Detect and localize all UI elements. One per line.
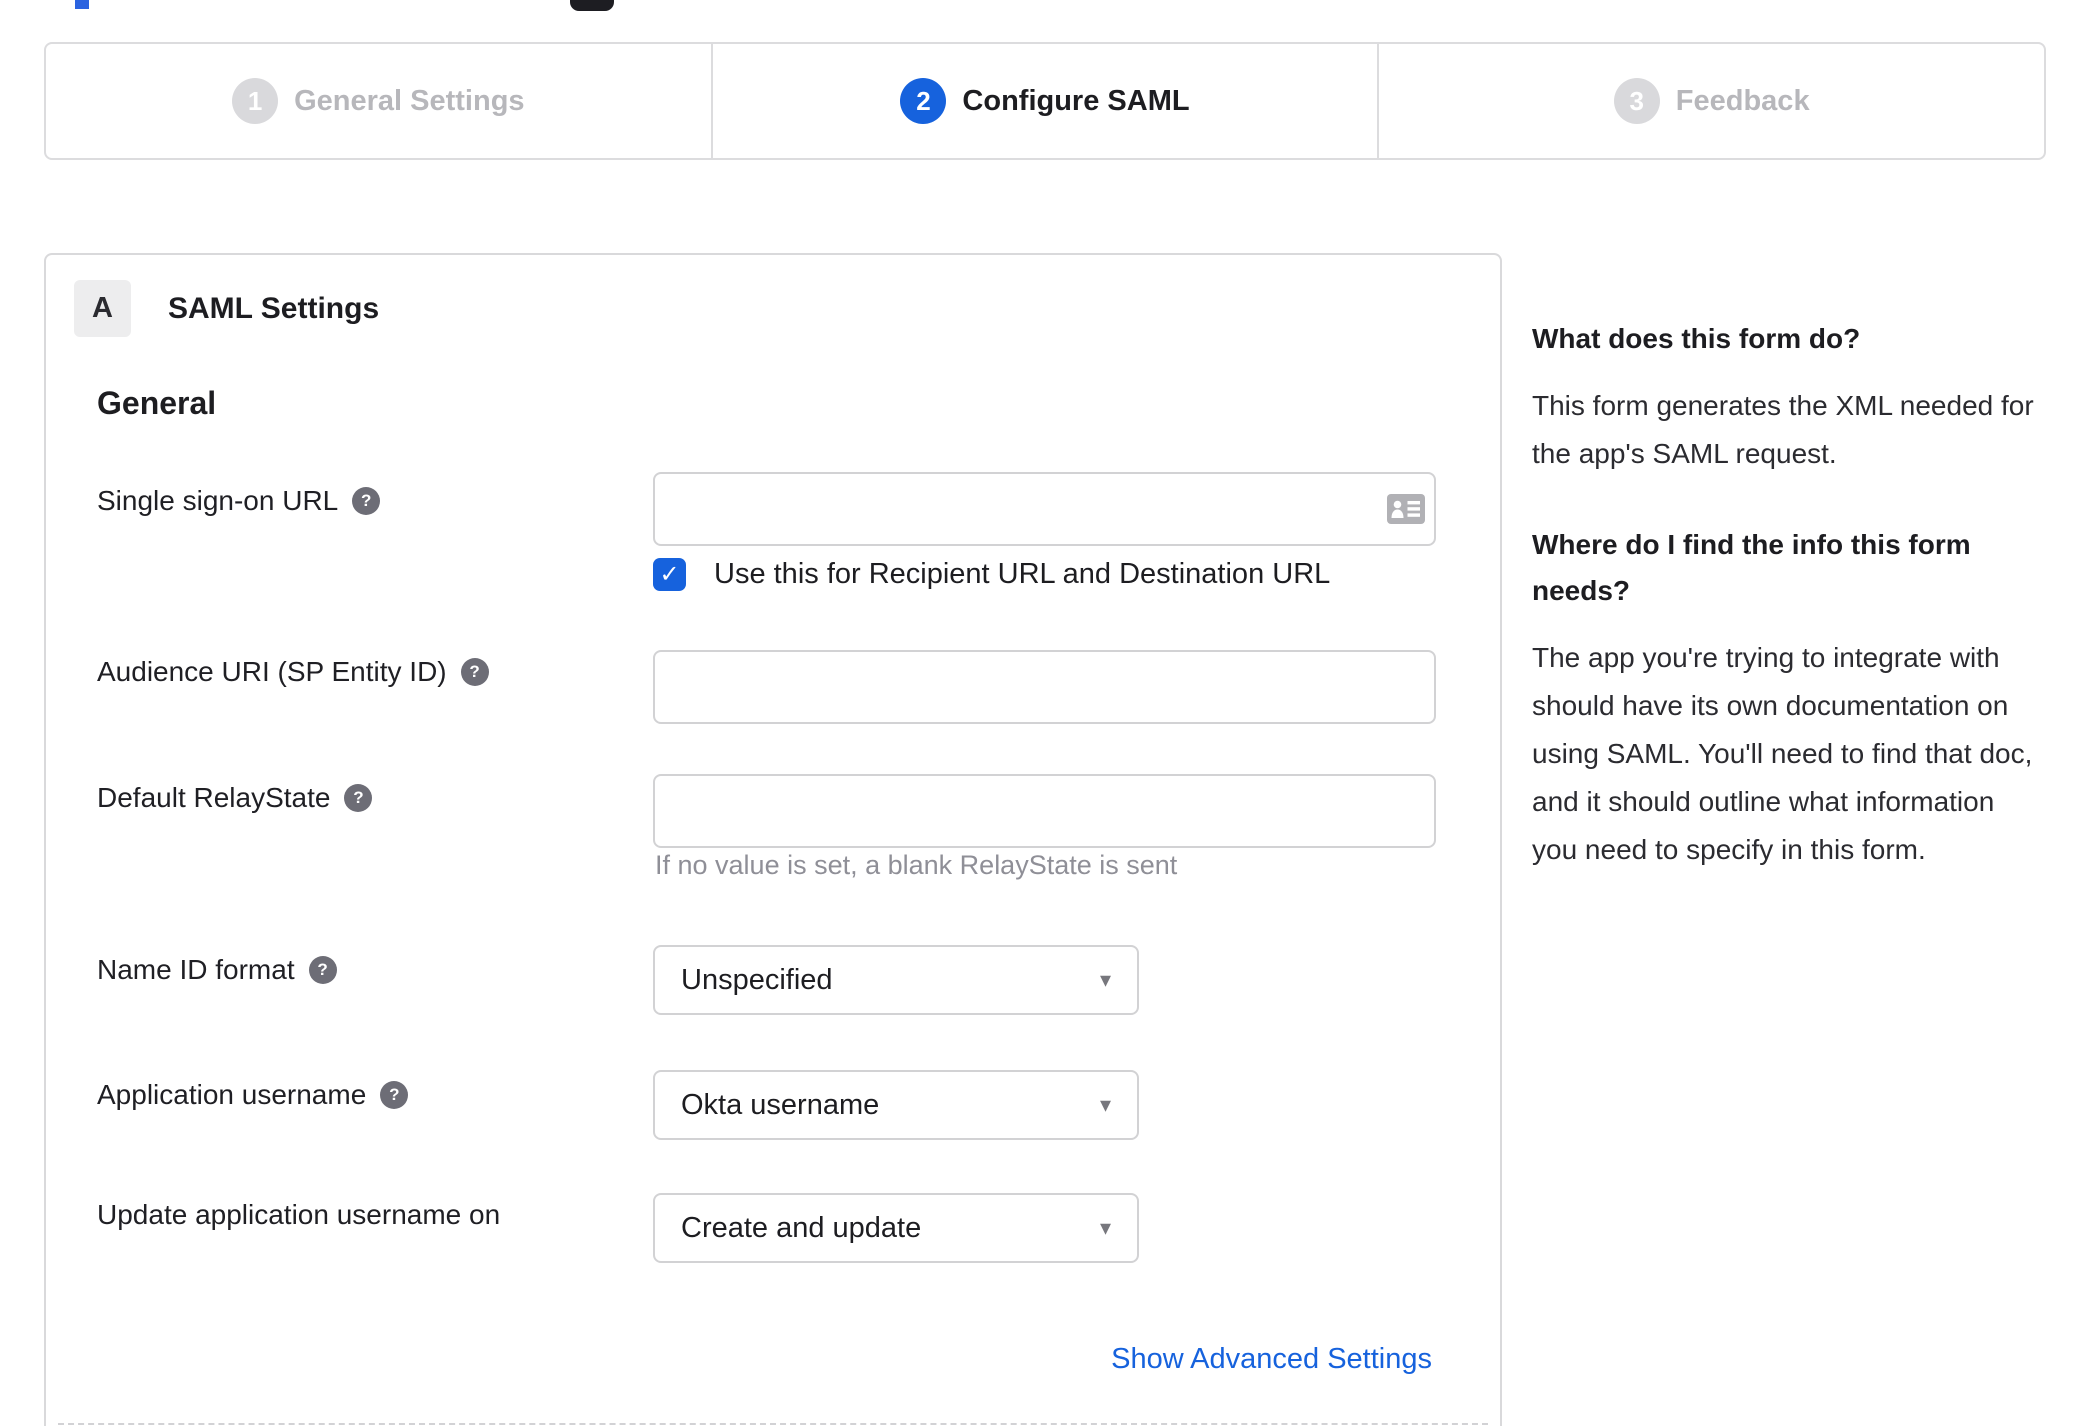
update-username-label: Update application username on: [97, 1199, 501, 1230]
help-body-what: This form generates the XML needed for t…: [1532, 390, 2034, 469]
general-section-title: General: [97, 385, 217, 421]
chevron-down-icon: ▾: [1099, 967, 1111, 992]
relay-state-label: Default RelayState: [97, 782, 331, 813]
audience-uri-label: Audience URI (SP Entity ID): [97, 656, 447, 687]
chevron-down-icon: ▾: [1099, 1092, 1111, 1117]
update-username-label-row: Update application username on: [97, 1197, 500, 1233]
app-username-help-icon[interactable]: ?: [380, 1081, 409, 1109]
audience-uri-help-icon[interactable]: ?: [460, 658, 489, 686]
step-1-label: General Settings: [294, 84, 525, 117]
relay-state-help-icon[interactable]: ?: [344, 784, 373, 812]
update-username-select-value: Create and update: [681, 1211, 922, 1244]
contact-card-icon: [1387, 494, 1425, 524]
checkmark-icon: ✓: [659, 561, 680, 588]
name-id-label: Name ID format: [97, 954, 295, 985]
configure-saml-page: 1 General Settings 2 Configure SAML 3 Fe…: [0, 0, 2092, 1426]
step-3-badge: 3: [1613, 78, 1660, 124]
relay-state-helper-text: If no value is set, a blank RelayState i…: [655, 850, 1178, 880]
show-advanced-settings-link[interactable]: Show Advanced Settings: [1111, 1343, 1432, 1376]
update-username-select[interactable]: Create and update ▾: [653, 1193, 1139, 1263]
step-configure-saml[interactable]: 2 Configure SAML: [710, 44, 1378, 158]
sso-url-help-icon[interactable]: ?: [352, 487, 381, 515]
step-general-settings[interactable]: 1 General Settings: [46, 44, 711, 158]
app-username-select[interactable]: Okta username ▾: [653, 1070, 1139, 1140]
app-username-label: Application username: [97, 1079, 367, 1110]
step-1-badge: 1: [232, 78, 279, 124]
sso-url-label: Single sign-on URL: [97, 485, 339, 516]
chevron-down-icon: ▾: [1099, 1215, 1111, 1240]
sso-url-label-row: Single sign-on URL ?: [97, 483, 381, 519]
audience-uri-label-row: Audience URI (SP Entity ID) ?: [97, 654, 489, 690]
step-2-label: Configure SAML: [962, 84, 1190, 117]
help-heading-what: What does this form do?: [1532, 323, 1861, 354]
app-username-label-row: Application username ?: [97, 1077, 409, 1113]
section-a-badge: A: [74, 280, 131, 337]
recipient-url-checkbox[interactable]: ✓: [653, 558, 686, 591]
step-feedback[interactable]: 3 Feedback: [1377, 44, 2044, 158]
relay-state-input[interactable]: [653, 774, 1436, 848]
step-3-label: Feedback: [1675, 84, 1810, 117]
name-id-select-value: Unspecified: [681, 963, 833, 996]
audience-uri-input[interactable]: [653, 650, 1436, 724]
cutoff-blue-fragment: [75, 0, 89, 9]
step-2-badge: 2: [900, 78, 947, 124]
app-username-select-value: Okta username: [681, 1088, 880, 1121]
help-sidebar: What does this form do? This form genera…: [1532, 316, 2037, 874]
recipient-url-checkbox-label: Use this for Recipient URL and Destinati…: [714, 558, 1331, 590]
name-id-select[interactable]: Unspecified ▾: [653, 945, 1139, 1015]
saml-settings-panel: A SAML Settings General Single sign-on U…: [44, 253, 1502, 1426]
section-dashed-divider: [58, 1423, 1488, 1425]
sso-url-input[interactable]: [653, 472, 1436, 546]
cutoff-dark-fragment: [570, 0, 614, 11]
help-heading-where: Where do I find the info this form needs…: [1532, 529, 1971, 606]
help-body-where: The app you're trying to integrate with …: [1532, 642, 2033, 865]
wizard-stepper: 1 General Settings 2 Configure SAML 3 Fe…: [44, 42, 2046, 160]
panel-title: SAML Settings: [168, 291, 380, 325]
relay-state-label-row: Default RelayState ?: [97, 780, 373, 816]
name-id-help-icon[interactable]: ?: [308, 956, 337, 984]
name-id-label-row: Name ID format ?: [97, 952, 337, 988]
